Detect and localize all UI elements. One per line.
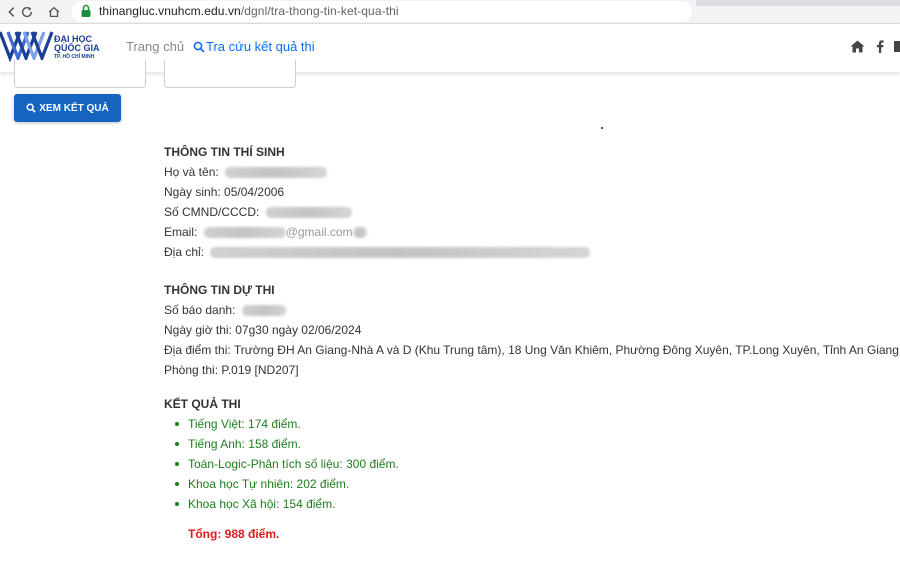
email-label: Email: (164, 225, 198, 239)
address-label: Địa chỉ: (164, 245, 205, 259)
redacted-address (210, 247, 591, 259)
url-text: thinangluc.vnuhcm.edu.vn/dgnl/tra-thong-… (99, 4, 399, 18)
total-score: Tổng: 988 điểm. (188, 527, 280, 541)
logo-text-line2: QUỐC GIA (54, 43, 100, 53)
name-label: Họ và tên: (164, 165, 219, 179)
reload-icon[interactable] (17, 2, 37, 22)
exam-datetime-row: Ngày giờ thi: 07g30 ngày 02/06/2024 (164, 320, 900, 340)
exam-sbd-row: Số báo danh: (164, 300, 900, 320)
lock-icon (81, 4, 91, 17)
search-icon (26, 103, 37, 113)
nav-search-link[interactable]: Tra cứu kết quả thi (193, 39, 315, 54)
view-results-label: XEM KẾT QUẢ (39, 102, 109, 114)
redacted-name (225, 167, 328, 179)
candidate-id-row: Số CMND/CCCD: (164, 202, 900, 222)
date-of-birth-input[interactable] (14, 60, 146, 88)
list-item: Khoa học Xã hội: 154 điểm. (174, 494, 900, 514)
list-item: Khoa học Tự nhiên: 202 điểm. (174, 474, 900, 494)
candidate-heading: THÔNG TIN THÍ SINH (164, 145, 285, 159)
id-label: Số CMND/CCCD: (164, 205, 260, 219)
candidate-email-row: Email: @gmail.com (164, 222, 900, 242)
sbd-label: Số báo danh: (164, 303, 236, 317)
exam-heading: THÔNG TIN DỰ THI (164, 283, 275, 297)
address-bar[interactable]: thinangluc.vnuhcm.edu.vn/dgnl/tra-thong-… (72, 1, 692, 22)
dob-value: 05/04/2006 (224, 185, 285, 199)
email-partial: @gmail.com (285, 225, 353, 239)
list-item: Tiếng Anh: 158 điểm. (174, 434, 900, 454)
nav-search-label: Tra cứu kết quả thi (206, 39, 315, 54)
score-list: Tiếng Việt: 174 điểm. Tiếng Anh: 158 điể… (174, 414, 900, 514)
room-value: P.019 [ND207] (221, 363, 299, 377)
home-icon[interactable] (850, 39, 865, 53)
stray-dot (601, 127, 603, 129)
location-value: Trường ĐH An Giang-Nhà A và D (Khu Trung… (233, 343, 899, 357)
facebook-icon[interactable] (876, 39, 884, 53)
dob-label: Ngày sinh: (164, 185, 221, 199)
candidate-name-row: Họ và tên: (164, 162, 900, 182)
browser-home-icon[interactable] (44, 2, 64, 22)
candidate-dob-row: Ngày sinh: 05/04/2006 (164, 182, 900, 202)
exam-location-row: Địa điểm thi: Trường ĐH An Giang-Nhà A v… (164, 340, 900, 360)
exam-room-row: Phòng thi: P.019 [ND207] (164, 360, 900, 380)
room-label: Phòng thi: (164, 363, 219, 377)
candidate-address-row: Địa chỉ: (164, 242, 900, 262)
location-label: Địa điểm thi: (164, 343, 231, 357)
list-item: Tiếng Việt: 174 điểm. (174, 414, 900, 434)
id-number-input[interactable] (164, 60, 296, 88)
redacted-email (203, 227, 286, 239)
search-icon (193, 41, 205, 53)
tab-strip (696, 0, 900, 6)
redacted-id (265, 207, 352, 219)
results-heading: KẾT QUẢ THI (164, 397, 241, 411)
youtube-icon[interactable] (894, 39, 900, 53)
result-panel: THÔNG TIN THÍ SINH Họ và tên: Ngày sinh:… (164, 142, 900, 544)
view-results-button[interactable]: XEM KẾT QUẢ (14, 94, 121, 122)
nav-home-link[interactable]: Trang chủ (126, 39, 184, 54)
datetime-label: Ngày giờ thi: (164, 323, 232, 337)
datetime-value: 07g30 ngày 02/06/2024 (235, 323, 362, 337)
redacted-email-tail (352, 227, 367, 239)
redacted-sbd (241, 305, 286, 317)
browser-toolbar: thinangluc.vnuhcm.edu.vn/dgnl/tra-thong-… (0, 0, 900, 24)
list-item: Toán-Logic-Phân tích số liệu: 300 điểm. (174, 454, 900, 474)
